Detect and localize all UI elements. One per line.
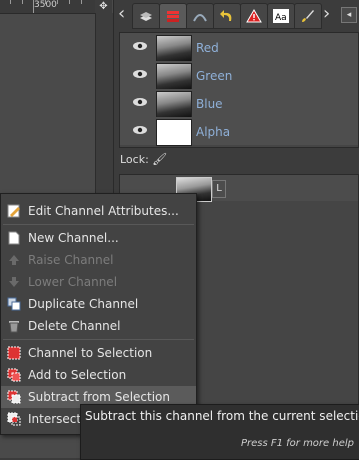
lock-pixels-icon[interactable]: 🖌 (152, 152, 167, 166)
fonts-icon: Aa (273, 9, 289, 23)
panel-menu-icon[interactable]: ◂ (341, 7, 357, 23)
channel-row-red[interactable]: Red (120, 33, 358, 62)
lower-icon (9, 277, 19, 287)
tab-scroll-left-icon[interactable]: ‹ (118, 4, 125, 24)
paths-icon (193, 14, 207, 22)
menu-item-delete-channel[interactable]: Delete Channel (1, 315, 196, 337)
visibility-eye-icon[interactable] (132, 125, 148, 135)
channels-icon (167, 11, 179, 22)
dock-tab-bar: ‹ Aa › ◂ (114, 0, 359, 30)
menu-item-label: Lower Channel (28, 275, 118, 289)
horizontal-ruler: 3500 (0, 0, 95, 14)
channel-row-blue[interactable]: Blue (120, 89, 358, 118)
svg-text:Aa: Aa (275, 13, 287, 23)
tab-scroll-right-icon[interactable]: › (323, 4, 330, 24)
menu-item-new-channel[interactable]: New Channel... (1, 227, 196, 249)
add-to-selection-icon (7, 368, 21, 382)
menu-item-label: Channel to Selection (28, 346, 153, 360)
undo-icon (220, 10, 232, 21)
channel-thumbnail (156, 63, 192, 90)
channel-to-selection-icon (7, 346, 21, 360)
tooltip-help-hint: Press F1 for more help (240, 438, 354, 449)
duplicate-icon (7, 297, 21, 311)
tab-paths[interactable] (186, 3, 214, 29)
warning-icon (246, 9, 262, 23)
menu-item-label: Delete Channel (28, 319, 121, 333)
menu-item-add-to-selection[interactable]: Add to Selection (1, 364, 196, 386)
tab-pointer[interactable] (240, 3, 268, 29)
tab-undo-history[interactable] (213, 3, 241, 29)
tooltip-text: Subtract this channel from the current s… (85, 409, 359, 423)
tooltip: Subtract this channel from the current s… (80, 404, 359, 460)
tab-layers[interactable] (132, 3, 160, 29)
channel-name: Red (196, 41, 219, 55)
channel-row-alpha[interactable]: Alpha (120, 117, 358, 146)
edit-attributes-icon (7, 204, 20, 218)
menu-item-duplicate-channel[interactable]: Duplicate Channel (1, 293, 196, 315)
menu-item-label: Add to Selection (28, 368, 127, 382)
menu-item-edit-channel-attributes[interactable]: Edit Channel Attributes... (1, 200, 196, 222)
menu-item-label: New Channel... (28, 231, 119, 245)
menu-item-raise-channel[interactable]: Raise Channel (1, 249, 196, 271)
new-channel-icon (8, 231, 20, 245)
channel-name: Green (196, 69, 233, 83)
brush-icon (302, 10, 314, 22)
tab-channels[interactable] (159, 3, 187, 29)
channel-thumbnail (156, 91, 192, 118)
lock-label: Lock: (120, 153, 149, 166)
ruler-label: 3500 (34, 0, 57, 10)
menu-separator (3, 224, 194, 225)
channel-row-green[interactable]: Green (120, 61, 358, 90)
tab-brushes[interactable] (294, 3, 322, 29)
menu-item-label: Duplicate Channel (28, 297, 139, 311)
intersect-selection-icon (7, 412, 21, 426)
visibility-eye-icon[interactable] (132, 69, 148, 79)
channel-name: Alpha (196, 125, 231, 139)
channel-thumbnail (156, 35, 192, 62)
menu-item-lower-channel[interactable]: Lower Channel (1, 271, 196, 293)
menu-item-channel-to-selection[interactable]: Channel to Selection (1, 342, 196, 364)
raise-icon (9, 255, 19, 265)
channel-context-menu: Edit Channel Attributes... New Channel..… (0, 193, 197, 435)
layer-badge: L (212, 180, 226, 198)
menu-separator (3, 339, 194, 340)
subtract-from-selection-icon (7, 390, 21, 404)
channel-name: Blue (196, 97, 223, 111)
visibility-eye-icon[interactable] (132, 97, 148, 107)
tab-fonts[interactable]: Aa (267, 3, 295, 29)
channel-thumbnail (156, 119, 192, 146)
channel-list: Red Green Blue Alpha (119, 32, 359, 148)
navigate-icon[interactable]: ✥ (95, 0, 112, 13)
delete-icon (9, 321, 19, 333)
visibility-eye-icon[interactable] (132, 41, 148, 51)
menu-item-label: Raise Channel (28, 253, 114, 267)
menu-item-label: Edit Channel Attributes... (28, 204, 179, 218)
layers-icon (140, 12, 152, 21)
